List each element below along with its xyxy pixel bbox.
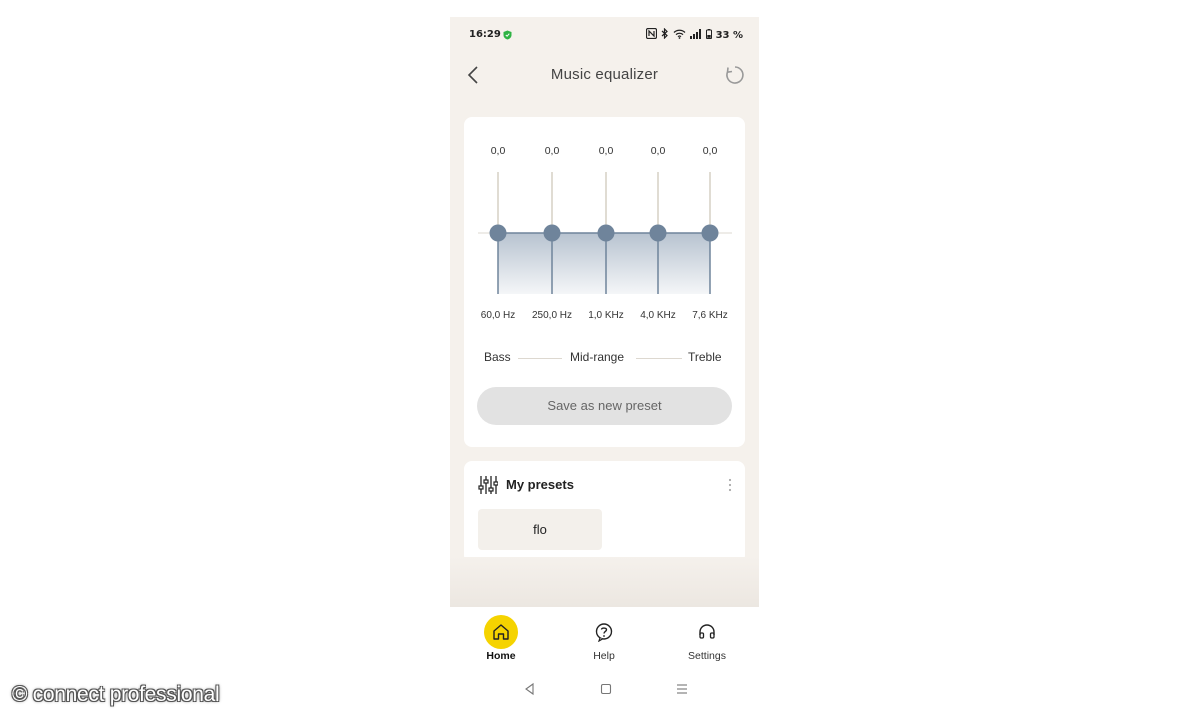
eq-slider-knob[interactable] [489, 224, 507, 242]
band-value: 0,0 [598, 145, 614, 157]
menu-lines-icon [677, 684, 687, 694]
system-nav-bar [450, 669, 759, 718]
range-treble: Treble [688, 350, 722, 364]
bottom-nav: Home Help Settings [450, 607, 759, 669]
more-options-button[interactable] [725, 477, 735, 493]
nav-help[interactable]: Help [554, 607, 654, 669]
preset-item[interactable]: flo [478, 509, 602, 550]
band-frequency-label: 60,0 Hz [480, 310, 516, 321]
page-title: Music equalizer [550, 66, 659, 83]
presets-title: My presets [506, 477, 574, 492]
eq-slider-knob[interactable] [543, 224, 561, 242]
home-icon [484, 615, 518, 649]
eq-slider-knob[interactable] [701, 224, 719, 242]
band-frequency-label: 250,0 Hz [531, 310, 573, 321]
system-back-button[interactable] [522, 681, 538, 697]
save-preset-button[interactable]: Save as new preset [477, 387, 732, 425]
shield-icon [503, 30, 512, 43]
band-value: 0,0 [650, 145, 666, 157]
status-bar: 16:29 33 % [450, 17, 759, 51]
band-value: 0,0 [490, 145, 506, 157]
signal-icon [689, 28, 702, 42]
help-icon [587, 615, 621, 649]
triangle-back-icon [525, 682, 534, 696]
presets-card: My presets flo [464, 461, 745, 563]
nav-settings-label: Settings [688, 650, 726, 662]
nav-home-label: Home [486, 650, 516, 662]
eq-curve-area [498, 233, 710, 294]
sliders-icon [478, 475, 499, 495]
nav-settings[interactable]: Settings [657, 607, 757, 669]
band-value: 0,0 [702, 145, 718, 157]
band-value: 0,0 [544, 145, 560, 157]
eq-slider-knob[interactable] [597, 224, 615, 242]
nav-help-label: Help [593, 650, 615, 662]
system-home-button[interactable] [598, 681, 614, 697]
band-frequency-label: 4,0 KHz [640, 310, 676, 321]
refresh-icon [726, 66, 744, 84]
kebab-menu-icon [728, 478, 732, 492]
app-header: Music equalizer [450, 57, 759, 93]
headphones-icon [690, 615, 724, 649]
eq-slider-knob[interactable] [649, 224, 667, 242]
range-mid: Mid-range [570, 350, 625, 364]
system-menu-button[interactable] [674, 681, 690, 697]
content-fade [450, 557, 759, 607]
wifi-icon [673, 29, 686, 42]
battery-icon [705, 28, 712, 42]
watermark-text: © connect professional [12, 683, 220, 706]
reset-button[interactable] [725, 65, 745, 85]
band-frequency-label: 1,0 KHz [588, 310, 624, 321]
range-bass: Bass [484, 350, 511, 364]
phone-screen: 16:29 33 % Music equalizer 0,0 0,0 0,0 0… [450, 17, 759, 718]
battery-percent: 33 % [715, 29, 743, 41]
range-divider [636, 358, 682, 359]
status-icons: 33 % [645, 27, 743, 42]
equalizer-card: 0,0 0,0 0,0 0,0 0,0 60,0 Hz 250,0 Hz 1,0 KHz 4,… [464, 117, 745, 447]
range-divider [518, 358, 562, 359]
nfc-icon [645, 27, 657, 42]
status-time: 16:29 [469, 29, 501, 40]
nav-home[interactable]: Home [451, 607, 551, 669]
square-home-icon [600, 683, 612, 695]
bluetooth-icon [661, 27, 669, 42]
band-frequency-label: 7,6 KHz [692, 310, 728, 321]
frequency-ranges: Bass Mid-range Treble [464, 350, 745, 366]
